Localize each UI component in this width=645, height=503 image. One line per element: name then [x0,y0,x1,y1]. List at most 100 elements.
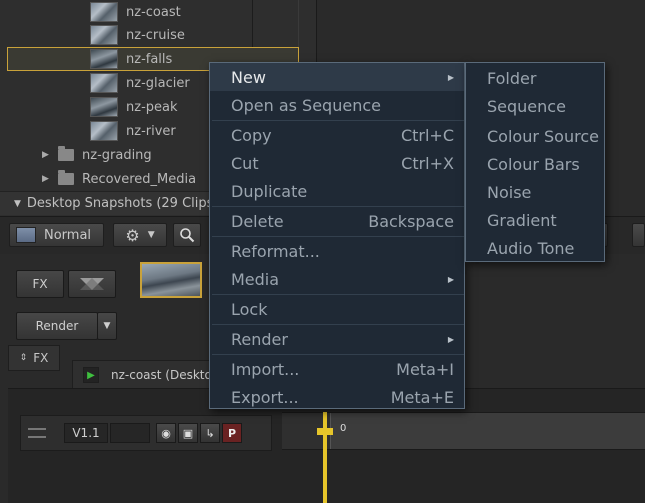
menu-item-label: Export... [231,387,299,407]
menu-item-label: Import... [231,359,300,379]
menu-item-shortcut: Ctrl+C [400,125,454,145]
menu-item-cut[interactable]: Cut Ctrl+X [210,149,464,177]
p-toggle[interactable]: P [222,423,242,443]
menu-item-label: Delete [231,211,284,231]
clip-label: nz-river [126,123,176,139]
list-item-clip[interactable]: nz-cruise [90,23,185,47]
playhead[interactable] [323,412,327,503]
menu-item-label: Media [231,269,280,289]
list-item-folder[interactable]: ▶ Recovered_Media [42,167,196,191]
clip-thumbnail [90,49,118,69]
clip-thumbnail [90,97,118,117]
clip-thumbnail [90,121,118,141]
list-item-clip[interactable]: nz-peak [90,95,178,119]
track-name[interactable]: V1.1 [64,423,108,443]
menu-item-shortcut: Meta+E [390,387,454,407]
tab-fx[interactable]: ⇕ FX [8,345,60,371]
menu-item-label: Duplicate [231,181,308,201]
submenu-item-noise[interactable]: Noise [466,178,604,206]
eye-icon: ◉ [161,426,171,440]
tab-arrows-icon: ⇕ [19,353,28,363]
mode-label: Normal [44,227,92,243]
menu-item-label: Cut [231,153,259,173]
collapse-arrow-icon[interactable]: ▼ [14,199,21,209]
render-dropdown-button[interactable]: ▼ [97,312,117,340]
menu-item-label: Open as Sequence [231,95,381,115]
submenu-item-audio-tone[interactable]: Audio Tone [466,234,604,262]
clip-thumbnail [90,73,118,93]
expand-arrow-icon[interactable]: ▶ [42,150,52,160]
clip-label: nz-cruise [126,27,185,43]
lock-icon: ▣ [182,426,194,440]
folder-label: Recovered_Media [82,171,197,187]
clip-thumbnail [90,25,118,45]
menu-item-lock[interactable]: Lock [210,295,464,323]
snapshots-label: Desktop Snapshots (29 Clips) [26,196,219,211]
compare-icon [80,278,104,290]
playhead-handle[interactable] [317,428,333,435]
clip-label: nz-coast [126,4,181,20]
lock-toggle[interactable]: ▣ [178,423,198,443]
list-item-clip-selected[interactable]: nz-falls [90,47,172,71]
menu-item-shortcut: Meta+I [396,359,454,379]
submenu-arrow-icon: ▶ [447,334,454,344]
menu-item-shortcut: Backspace [368,211,454,231]
render-button[interactable]: Render [16,312,98,340]
timeline-clip[interactable] [330,413,645,449]
tab-label: nz-coast (Deskto [111,368,212,382]
new-submenu: Folder Sequence Colour Source Colour Bar… [465,62,605,262]
submenu-arrow-icon: ▶ [447,274,454,284]
search-button[interactable] [173,223,201,247]
mode-swatch-icon [16,227,36,243]
fx-button[interactable]: FX [16,270,64,298]
link-icon: ↳ [205,426,215,440]
menu-item-open-as-sequence[interactable]: Open as Sequence [210,91,464,119]
folder-icon [58,170,74,185]
chevron-down-icon: ▼ [103,321,111,331]
menu-item-label: Reformat... [231,241,320,261]
menu-item-new[interactable]: New ▶ [210,63,464,91]
compare-button[interactable] [68,270,116,298]
menu-item-label: New [231,67,266,87]
menu-item-label: Render [231,329,288,349]
list-item-clip[interactable]: nz-coast [90,0,181,24]
clip-label: nz-falls [126,51,173,67]
link-toggle[interactable]: ↳ [200,423,220,443]
menu-item-media[interactable]: Media ▶ [210,265,464,293]
submenu-item-colour-bars[interactable]: Colour Bars [466,150,604,178]
folder-label: nz-grading [82,147,152,163]
gear-icon: ⚙ [125,225,140,245]
menu-item-render[interactable]: Render ▶ [210,325,464,353]
context-menu: New ▶ Open as Sequence Copy Ctrl+C Cut C… [209,62,465,409]
menu-item-label: Lock [231,299,268,319]
menu-item-export[interactable]: Export... Meta+E [210,383,464,411]
blend-mode-select[interactable]: Normal [9,223,104,247]
submenu-item-gradient[interactable]: Gradient [466,206,604,234]
clip-frame-label: 0 [340,423,347,434]
menu-item-import[interactable]: Import... Meta+I [210,355,464,383]
clip-thumbnail [90,2,118,22]
toolbar-button[interactable] [632,223,645,247]
folder-icon [58,146,74,161]
settings-button[interactable]: ⚙ ▼ [113,223,167,247]
submenu-item-colour-source[interactable]: Colour Source [466,122,604,150]
menu-item-duplicate[interactable]: Duplicate [210,177,464,205]
submenu-arrow-icon: ▶ [447,72,454,82]
menu-item-delete[interactable]: Delete Backspace [210,207,464,235]
visibility-toggle[interactable]: ◉ [156,423,176,443]
clip-label: nz-peak [126,99,178,115]
list-item-clip[interactable]: nz-river [90,119,176,143]
drag-handle-icon[interactable] [28,428,46,438]
play-icon[interactable]: ▶ [83,367,99,383]
submenu-item-sequence[interactable]: Sequence [466,92,604,120]
tab-label: FX [33,351,49,365]
track-field[interactable] [110,423,150,443]
list-item-folder[interactable]: ▶ nz-grading [42,143,152,167]
list-item-clip[interactable]: nz-glacier [90,71,190,95]
expand-arrow-icon[interactable]: ▶ [42,174,52,184]
menu-item-copy[interactable]: Copy Ctrl+C [210,121,464,149]
selected-clip-thumbnail[interactable] [140,262,202,298]
search-icon [180,228,195,243]
submenu-item-folder[interactable]: Folder [466,64,604,92]
menu-item-reformat[interactable]: Reformat... [210,237,464,265]
